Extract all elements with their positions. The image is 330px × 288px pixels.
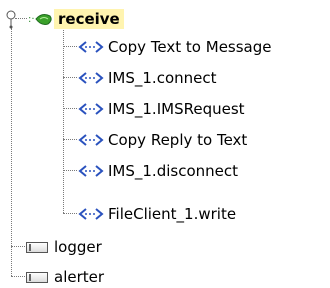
tree-item-label: FileClient_1.write	[108, 205, 237, 223]
tree-item-label: receive	[54, 9, 124, 29]
tree-item-label: logger	[54, 238, 102, 256]
operation-arrows-icon	[78, 100, 104, 118]
svg-text::·: :·	[28, 14, 35, 25]
tree-item-logger[interactable]: logger	[26, 236, 102, 258]
operation-arrows-icon	[78, 205, 104, 223]
tree-item-label: IMS_1.connect	[108, 69, 217, 87]
tree-guide-root	[11, 28, 12, 276]
tree-item-operation[interactable]: Copy Reply to Text	[78, 129, 247, 151]
tree-connector	[63, 213, 77, 214]
tree-connector	[63, 46, 77, 47]
operation-arrows-icon	[78, 38, 104, 56]
tree-connector	[63, 77, 77, 78]
expand-handle-icon[interactable]	[4, 8, 20, 30]
tree-item-alerter[interactable]: alerter	[26, 266, 104, 288]
tree-item-operation[interactable]: FileClient_1.write	[78, 203, 236, 225]
component-box-icon	[26, 271, 48, 283]
operation-arrows-icon	[78, 69, 104, 87]
component-box-icon	[26, 241, 48, 253]
tree-connector	[11, 246, 25, 247]
tree-view: :· receive Copy Text to Message IMS_1.co…	[0, 0, 330, 286]
tree-connector	[63, 170, 77, 171]
tree-item-operation[interactable]: Copy Text to Message	[78, 36, 272, 58]
tree-connector	[11, 276, 25, 277]
tree-item-label: Copy Reply to Text	[108, 131, 248, 149]
tree-guide-receive	[63, 28, 64, 213]
tree-item-receive[interactable]: :· receive	[4, 8, 124, 30]
tree-item-label: Copy Text to Message	[108, 38, 272, 56]
tree-item-label: IMS_1.disconnect	[108, 162, 238, 180]
tree-item-label: alerter	[54, 268, 105, 286]
tree-item-operation[interactable]: IMS_1.IMSRequest	[78, 98, 245, 120]
tree-item-operation[interactable]: IMS_1.disconnect	[78, 160, 238, 182]
tree-item-operation[interactable]: IMS_1.connect	[78, 67, 217, 89]
tree-item-label: IMS_1.IMSRequest	[108, 100, 245, 118]
receive-icon: :·	[28, 10, 54, 28]
tree-connector	[63, 139, 77, 140]
operation-arrows-icon	[78, 131, 104, 149]
tree-connector	[63, 108, 77, 109]
operation-arrows-icon	[78, 162, 104, 180]
